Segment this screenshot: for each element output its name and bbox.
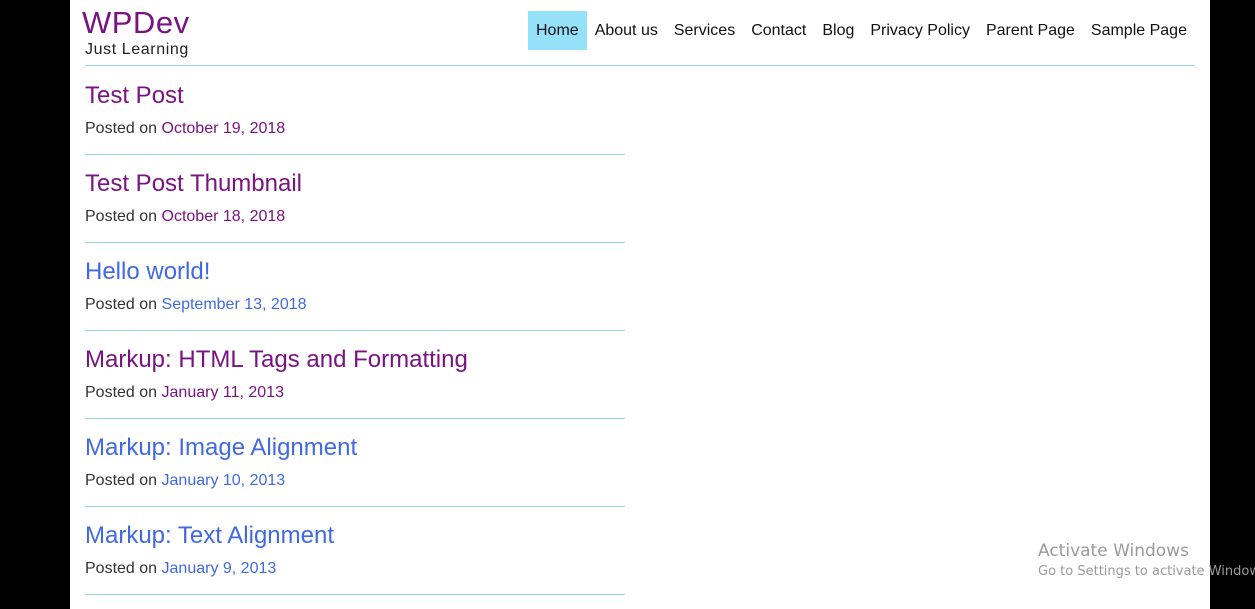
- posted-on-label: Posted on: [85, 296, 158, 313]
- post-date-link[interactable]: January 9, 2013: [162, 560, 277, 577]
- post-title-link[interactable]: Markup: HTML Tags and Formatting: [85, 346, 468, 374]
- post-date-link[interactable]: January 11, 2013: [162, 384, 284, 401]
- post-title-link[interactable]: Markup: Image Alignment: [85, 434, 357, 462]
- nav-item-sample-page[interactable]: Sample Page: [1083, 11, 1195, 50]
- post-item: Markup: Text Alignment Posted on January…: [85, 507, 625, 595]
- posted-on-label: Posted on: [85, 472, 158, 489]
- post-item: Test Post Thumbnail Posted on October 18…: [85, 155, 625, 243]
- post-item: Markup: HTML Tags and Formatting Posted …: [85, 331, 625, 419]
- post-list: Test Post Posted on October 19, 2018 Tes…: [85, 67, 625, 595]
- header-divider: [85, 65, 1195, 66]
- activate-windows-watermark: Activate Windows Go to Settings to activ…: [1038, 540, 1255, 582]
- posted-on-label: Posted on: [85, 560, 158, 577]
- post-title-link[interactable]: Hello world!: [85, 258, 210, 286]
- posted-on-label: Posted on: [85, 208, 158, 225]
- post-date-link[interactable]: October 18, 2018: [162, 208, 286, 225]
- nav-item-about-us[interactable]: About us: [587, 11, 666, 50]
- site-title[interactable]: WPDev: [82, 6, 190, 40]
- post-date-link[interactable]: January 10, 2013: [162, 472, 286, 489]
- site-tagline: Just Learning: [85, 41, 189, 58]
- post-title-link[interactable]: Test Post Thumbnail: [85, 170, 302, 198]
- watermark-subtitle: Go to Settings to activate Windows.: [1038, 564, 1255, 579]
- post-date-link[interactable]: October 19, 2018: [162, 120, 286, 137]
- post-meta: Posted on January 10, 2013: [85, 472, 285, 490]
- watermark-title: Activate Windows: [1038, 541, 1189, 561]
- nav-item-contact[interactable]: Contact: [743, 11, 814, 50]
- nav-item-privacy-policy[interactable]: Privacy Policy: [862, 11, 978, 50]
- post-meta: Posted on September 13, 2018: [85, 296, 307, 314]
- post-meta: Posted on October 19, 2018: [85, 120, 285, 138]
- page-container: WPDev Just Learning Home About us Servic…: [70, 0, 1210, 609]
- post-item: Test Post Posted on October 19, 2018: [85, 67, 625, 155]
- nav-item-home[interactable]: Home: [528, 11, 587, 50]
- post-meta: Posted on October 18, 2018: [85, 208, 285, 226]
- post-item: Markup: Image Alignment Posted on Januar…: [85, 419, 625, 507]
- post-title-link[interactable]: Markup: Text Alignment: [85, 522, 334, 550]
- main-navigation: Home About us Services Contact Blog Priv…: [528, 11, 1195, 50]
- post-item: Hello world! Posted on September 13, 201…: [85, 243, 625, 331]
- post-title-link[interactable]: Test Post: [85, 82, 184, 110]
- post-date-link[interactable]: September 13, 2018: [162, 296, 307, 313]
- posted-on-label: Posted on: [85, 384, 158, 401]
- post-meta: Posted on January 11, 2013: [85, 384, 284, 402]
- post-meta: Posted on January 9, 2013: [85, 560, 276, 578]
- nav-item-services[interactable]: Services: [666, 11, 743, 50]
- posted-on-label: Posted on: [85, 120, 158, 137]
- nav-item-parent-page[interactable]: Parent Page: [978, 11, 1083, 50]
- nav-item-blog[interactable]: Blog: [814, 11, 862, 50]
